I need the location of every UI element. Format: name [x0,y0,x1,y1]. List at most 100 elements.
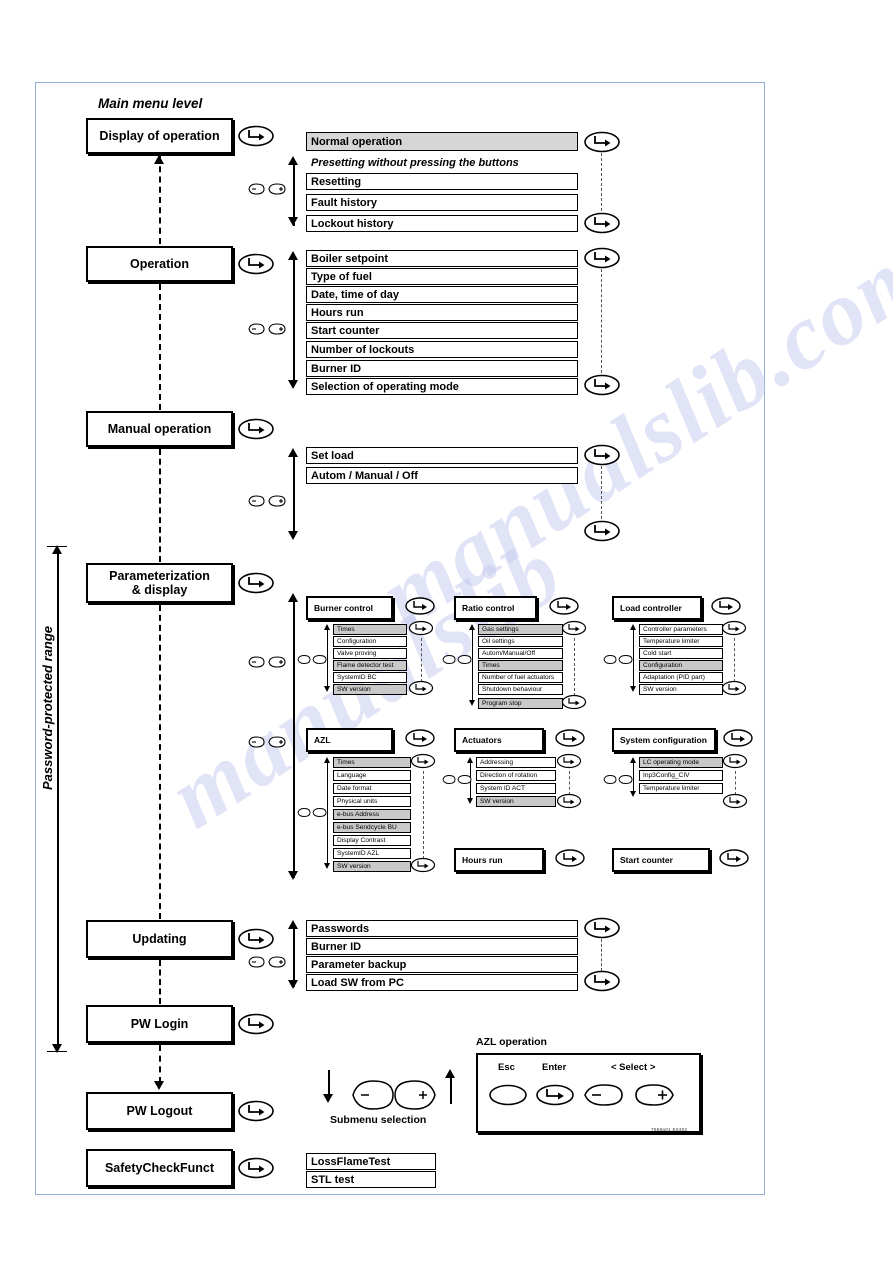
subrow-shutdown-behaviour[interactable]: Shutdown behaviour [478,684,563,695]
submenu-row-hours-run[interactable]: Hours run [306,304,578,321]
group-box-ratio-control[interactable]: Ratio control [454,596,537,620]
group-box-load-controller[interactable]: Load controller [612,596,702,620]
plus-minus-buttons-icon[interactable] [247,322,287,341]
plus-minus-buttons-icon[interactable] [297,805,327,823]
enter-button-icon[interactable] [410,753,436,769]
subrow-display-contrast[interactable]: Display Contrast [333,835,411,846]
enter-button-icon[interactable] [583,916,621,940]
submenu-selection-buttons-icon[interactable] [335,1077,445,1118]
subrow-physical-units[interactable]: Physical units [333,796,411,807]
enter-button-icon[interactable] [237,927,275,951]
azl-select-plus-button-icon[interactable] [634,1083,676,1112]
subrow-temperature-limiter[interactable]: Temperature limiter [639,636,723,647]
subrow-language[interactable]: Language [333,770,411,781]
enter-button-icon[interactable] [408,620,434,636]
submenu-row-autom-manual-off[interactable]: Autom / Manual / Off [306,467,578,484]
group-box-azl[interactable]: AZL [306,728,393,752]
subrow-direction-of-rotation[interactable]: Direction of rotation [476,770,556,781]
enter-button-icon[interactable] [583,443,621,467]
enter-button-icon[interactable] [410,857,436,873]
enter-button-icon[interactable] [237,124,275,148]
subrow-lc-operating-mode[interactable]: LC operating mode [639,757,723,768]
submenu-row-resetting[interactable]: Resetting [306,173,578,190]
menu-box-operation[interactable]: Operation [86,246,233,282]
enter-button-icon[interactable] [237,571,275,595]
enter-button-icon[interactable] [583,969,621,993]
submenu-row-burner-id[interactable]: Burner ID [306,938,578,955]
subrow-sw-version[interactable]: SW version [476,796,556,807]
group-box-burner-control[interactable]: Burner control [306,596,393,620]
submenu-row-burner-id[interactable]: Burner ID [306,360,578,377]
enter-button-icon[interactable] [237,252,275,276]
submenu-row-set-load[interactable]: Set load [306,447,578,464]
plus-minus-buttons-icon[interactable] [603,652,633,670]
enter-button-icon[interactable] [721,680,747,696]
enter-button-icon[interactable] [561,694,587,710]
subrow-temperature-limiter[interactable]: Temperature limiter [639,783,723,794]
enter-button-icon[interactable] [237,417,275,441]
subrow-e-bus-address[interactable]: e-bus Address [333,809,411,820]
plus-minus-buttons-icon[interactable] [297,652,327,670]
subrow-oil-settings[interactable]: Oil settings [478,636,563,647]
menu-box-pw-login[interactable]: PW Login [86,1005,233,1043]
menu-box-pw-logout[interactable]: PW Logout [86,1092,233,1130]
plus-minus-buttons-icon[interactable] [247,494,287,513]
plus-minus-buttons-icon[interactable] [603,772,633,790]
enter-button-icon[interactable] [556,753,582,769]
plus-minus-buttons-icon[interactable] [247,955,287,974]
subrow-controller-parameters[interactable]: Controller parameters [639,624,723,635]
azl-esc-button-icon[interactable] [488,1083,528,1112]
enter-button-icon[interactable] [554,848,586,868]
subrow-configuration[interactable]: Configuration [639,660,723,671]
enter-button-icon[interactable] [404,728,436,748]
azl-enter-button-icon[interactable] [535,1083,575,1112]
submenu-row-start-counter[interactable]: Start counter [306,322,578,339]
enter-button-icon[interactable] [722,793,748,809]
subrow-number-of-fuel-actuators[interactable]: Number of fuel actuators [478,672,563,683]
group-box-system-configuration[interactable]: System configuration [612,728,716,752]
subrow-times[interactable]: Times [333,757,411,768]
subrow-sw-version[interactable]: SW version [333,861,411,872]
enter-button-icon[interactable] [237,1099,275,1123]
enter-button-icon[interactable] [408,680,434,696]
subrow-e-bus-sendcycle-bu[interactable]: e-bus Sendcycle BU [333,822,411,833]
plus-minus-buttons-icon[interactable] [442,772,472,790]
plus-minus-buttons-icon[interactable] [247,182,287,201]
submenu-row-lockout-history[interactable]: Lockout history [306,215,578,232]
menu-box-manual-operation[interactable]: Manual operation [86,411,233,447]
enter-button-icon[interactable] [583,519,621,543]
subrow-adaptation-pid-part[interactable]: Adaptation (PID part) [639,672,723,683]
submenu-row-boiler-setpoint[interactable]: Boiler setpoint [306,250,578,267]
submenu-row-date-time-of-day[interactable]: Date, time of day [306,286,578,303]
submenu-row-passwords[interactable]: Passwords [306,920,578,937]
group-box-hours-run[interactable]: Hours run [454,848,544,872]
enter-button-icon[interactable] [404,596,436,616]
submenu-row-parameter-backup[interactable]: Parameter backup [306,956,578,973]
submenu-row-number-of-lockouts[interactable]: Number of lockouts [306,341,578,358]
subrow-gas-settings[interactable]: Gas settings [478,624,563,635]
submenu-row-fault-history[interactable]: Fault history [306,194,578,211]
enter-button-icon[interactable] [583,130,621,154]
enter-button-icon[interactable] [583,211,621,235]
subrow-system-id-act[interactable]: System ID ACT [476,783,556,794]
enter-button-icon[interactable] [554,728,586,748]
enter-button-icon[interactable] [237,1012,275,1036]
enter-button-icon[interactable] [721,620,747,636]
plus-minus-buttons-icon[interactable] [247,735,287,754]
menu-box-safety-check-funct[interactable]: SafetyCheckFunct [86,1149,233,1187]
subrow-systemid-azl[interactable]: SystemID AZL [333,848,411,859]
subrow-times[interactable]: Times [478,660,563,671]
enter-button-icon[interactable] [548,596,580,616]
subrow-addressing[interactable]: Addressing [476,757,556,768]
group-box-actuators[interactable]: Actuators [454,728,544,752]
submenu-row-selection-of-operating-mode[interactable]: Selection of operating mode [306,378,578,395]
subrow-cold-start[interactable]: Cold start [639,648,723,659]
enter-button-icon[interactable] [710,596,742,616]
enter-button-icon[interactable] [718,848,750,868]
subrow-flame-detector-test[interactable]: Flame detector test [333,660,407,671]
subrow-times[interactable]: Times [333,624,407,635]
menu-box-updating[interactable]: Updating [86,920,233,958]
submenu-row-normal-operation[interactable]: Normal operation [306,132,578,151]
subrow-systemid-bc[interactable]: SystemID BC [333,672,407,683]
menu-box-parameterization[interactable]: Parameterization & display [86,563,233,603]
